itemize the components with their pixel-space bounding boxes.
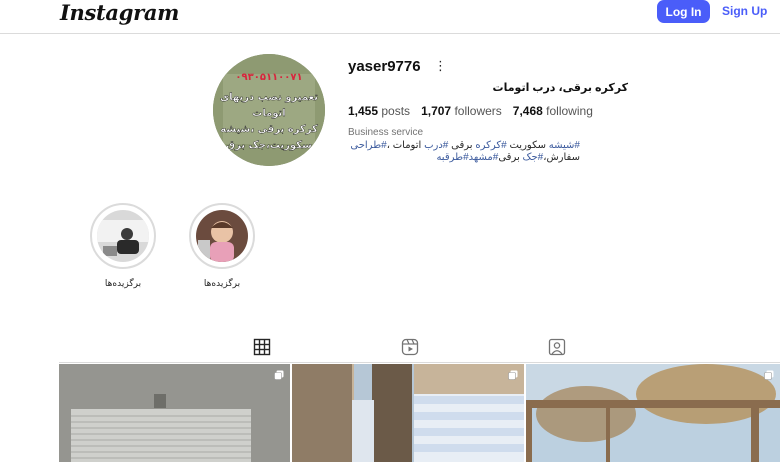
- posts-count: 1,455: [348, 104, 379, 118]
- highlight-label: برگزیده‌ها: [203, 278, 241, 288]
- tab-reels[interactable]: [401, 338, 419, 356]
- avatar-text-line2: اتومات: [252, 108, 285, 119]
- instagram-logo[interactable]: Instagram: [60, 0, 179, 25]
- carousel-icon: [508, 370, 518, 380]
- highlight-cover-image: [97, 210, 149, 262]
- reels-icon: [401, 338, 419, 356]
- avatar-text-line3: کرکره برقی ،شیشه: [220, 124, 318, 135]
- bio-text: برقی: [448, 140, 476, 151]
- profile-username: yaser9776: [348, 58, 421, 75]
- hashtag-link[interactable]: #جک: [523, 152, 544, 163]
- signup-link[interactable]: Sign Up: [722, 4, 767, 18]
- hashtag-link[interactable]: #درب: [424, 140, 448, 151]
- story-highlight[interactable]: برگزیده‌ها: [189, 203, 255, 289]
- more-options-icon[interactable]: ⋮: [434, 58, 447, 74]
- profile-avatar[interactable]: ۰۹۳۰۵۱۱۰۰۷۱ تعمیرو نصب دربهای اتومات کرک…: [213, 54, 325, 166]
- avatar-text-line1: تعمیرو نصب دربهای: [220, 92, 318, 103]
- followers-count: 1,707: [421, 104, 452, 118]
- tab-posts-grid[interactable]: [229, 338, 277, 363]
- avatar-text-line4: سکوریت،جک برق: [226, 140, 312, 151]
- hashtag-link[interactable]: #طراحی: [350, 140, 386, 151]
- carousel-icon: [764, 370, 774, 380]
- highlight-ring: [90, 203, 156, 269]
- highlight-label: برگزیده‌ها: [104, 278, 142, 288]
- bio-text: اتومات ،: [386, 140, 425, 151]
- following-stat[interactable]: 7,468 following: [513, 104, 593, 118]
- highlight-ring: [189, 203, 255, 269]
- profile-stats: 1,455 posts 1,707 followers 7,468 follow…: [348, 104, 593, 118]
- tabs-divider: [59, 362, 780, 363]
- bio-text: برقی: [498, 152, 523, 163]
- bio-line-1: #شیشه سکوریت #کرکره برقی #درب اتومات ،#ط…: [348, 140, 580, 152]
- post-thumbnail[interactable]: [292, 364, 524, 462]
- profile-full-name: کرکره برقی، درب اتومات: [492, 82, 628, 94]
- followers-label: followers: [454, 104, 502, 118]
- posts-stat: 1,455 posts: [348, 104, 410, 118]
- post-thumbnail[interactable]: [59, 364, 290, 462]
- login-button[interactable]: Log In: [657, 0, 710, 23]
- hashtag-link[interactable]: #شیشه: [549, 140, 580, 151]
- highlight-cover-image: [196, 210, 248, 262]
- bio-text: سکوریت: [506, 140, 549, 151]
- grid-icon: [253, 338, 271, 356]
- post-thumbnail[interactable]: [526, 364, 780, 462]
- profile-bio: #شیشه سکوریت #کرکره برقی #درب اتومات ،#ط…: [348, 140, 580, 164]
- followers-stat[interactable]: 1,707 followers: [421, 104, 502, 118]
- avatar-phone-text: ۰۹۳۰۵۱۱۰۰۷۱: [235, 72, 302, 83]
- bio-text: سفارش،: [543, 152, 580, 163]
- following-count: 7,468: [512, 104, 543, 118]
- profile-category: Business service: [348, 127, 424, 138]
- hashtag-link[interactable]: #مشهد: [469, 152, 499, 163]
- carousel-icon: [274, 370, 284, 380]
- top-navigation-bar: Instagram Log In Sign Up: [0, 0, 780, 34]
- hashtag-link[interactable]: #کرکره: [475, 140, 506, 151]
- posts-label: posts: [381, 104, 411, 118]
- hashtag-link[interactable]: #طرقبه: [436, 152, 468, 163]
- tagged-icon: [548, 338, 566, 356]
- tab-tagged[interactable]: [548, 338, 566, 356]
- story-highlight[interactable]: برگزیده‌ها: [90, 203, 156, 289]
- following-label: following: [546, 104, 593, 118]
- bio-line-2: سفارش،#جک برقی#مشهد#طرقبه: [348, 152, 580, 164]
